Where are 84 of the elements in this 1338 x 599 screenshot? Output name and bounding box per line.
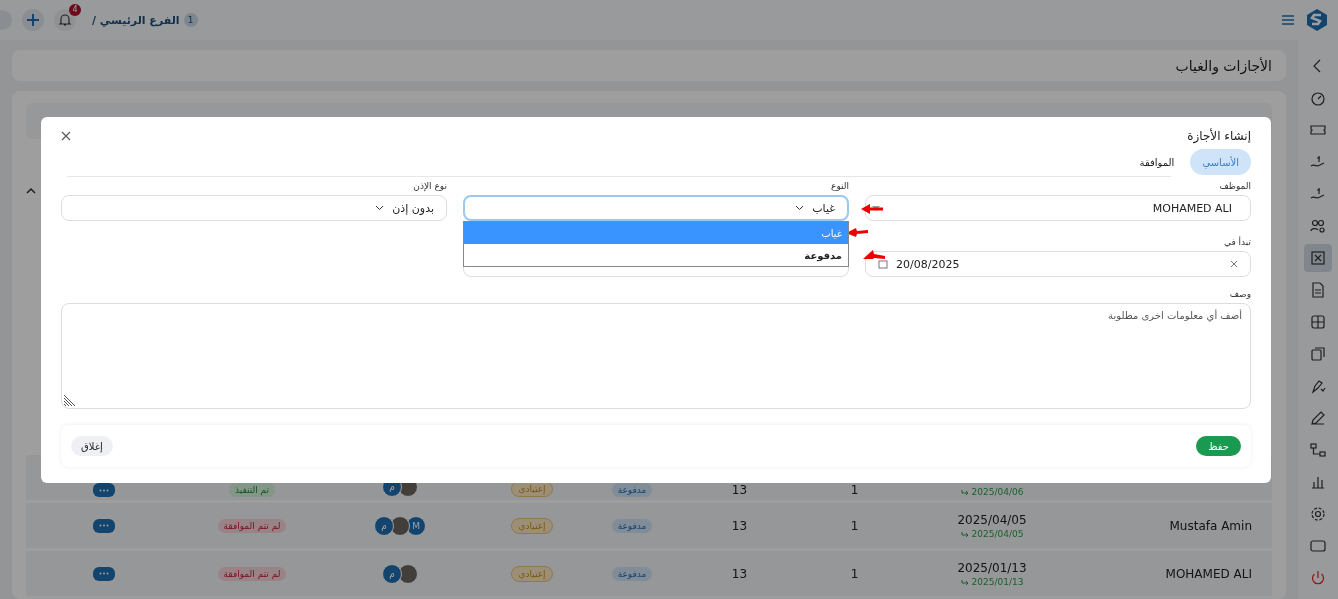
leave-date: 2025/04/05 <box>957 512 1027 527</box>
annotation-arrow <box>846 227 868 237</box>
clear-icon[interactable] <box>1230 260 1238 268</box>
power-icon <box>1310 570 1326 586</box>
resize-grip-icon[interactable] <box>63 395 75 407</box>
collapse-icon[interactable] <box>26 187 36 194</box>
more-button[interactable] <box>93 566 115 581</box>
balance-count: 13 <box>731 518 748 533</box>
avatar: م <box>382 563 402 584</box>
status-tag: لم تتم الموافقة <box>217 566 287 581</box>
page-title: الأجازات والغياب <box>1175 57 1272 74</box>
menu-icon[interactable] <box>1282 15 1294 25</box>
employee-name: MOHAMED ALI <box>1165 566 1252 581</box>
settings-icon <box>1310 506 1326 522</box>
paid-tag: مدفوعة <box>611 483 653 497</box>
employee-select[interactable]: MOHAMED ALI <box>865 195 1251 221</box>
dots-icon <box>99 488 109 492</box>
more-button[interactable] <box>93 483 115 497</box>
hand-coin-icon <box>1310 186 1326 202</box>
type-select[interactable]: غياب <box>463 195 849 221</box>
return-date: 2025/04/05 <box>960 528 1024 539</box>
days-count: 1 <box>850 483 859 497</box>
leave-date: 2025/01/13 <box>957 560 1027 575</box>
screen-icon <box>1310 538 1326 554</box>
return-date: 2025/04/06 <box>960 487 1024 497</box>
dots-icon <box>99 572 109 575</box>
document-icon <box>1310 282 1326 298</box>
close-button[interactable]: إغلاق <box>71 436 113 456</box>
description-field[interactable]: أضف أي معلومات اخرى مطلوبة <box>61 303 1251 409</box>
return-arrow-icon <box>960 489 969 495</box>
flow-icon <box>1310 442 1326 458</box>
return-date: 2025/01/13 <box>960 576 1024 587</box>
field-label: الموظف <box>1218 181 1251 193</box>
employee-name: Mustafa Amin <box>1169 518 1252 533</box>
days-count: 1 <box>850 566 859 581</box>
bell-icon <box>58 13 72 27</box>
gauge-icon <box>1310 90 1326 106</box>
status-tag: لم تتم الموافقة <box>217 518 287 533</box>
annotation-arrow <box>861 204 883 214</box>
hand-coin-icon <box>1310 154 1326 170</box>
logo-icon <box>1306 8 1328 32</box>
balance-count: 13 <box>731 483 748 497</box>
avatar: م <box>374 515 394 536</box>
field-label: نوع الإذن <box>412 181 447 194</box>
paid-tag: مدفوعة <box>611 518 653 533</box>
avatar: M <box>406 515 426 536</box>
ticket-icon <box>1310 122 1326 138</box>
notification-count: 4 <box>69 4 81 16</box>
cards-icon <box>1310 346 1326 362</box>
tab[interactable]: الموافقة <box>1127 149 1187 175</box>
bar-chart-icon <box>1310 474 1326 490</box>
avatar <box>398 563 418 584</box>
dialog-title: إنشاء الأجازة <box>1187 129 1251 143</box>
save-button[interactable]: حفظ <box>1196 436 1241 456</box>
permission-select[interactable]: بدون إذن <box>61 195 447 221</box>
status-tag: تم التنفيذ <box>229 483 275 497</box>
add-button[interactable] <box>22 9 44 31</box>
leave-type-tag: إعتيادي <box>511 565 553 582</box>
field-label: تبدأ في <box>1222 237 1251 249</box>
calendar-icon <box>878 259 888 269</box>
pen-check-icon <box>1310 378 1326 394</box>
chevron-down-icon <box>795 205 805 211</box>
dropdown-option[interactable]: مدفوعة <box>464 244 848 266</box>
return-arrow-icon <box>960 530 969 537</box>
balance-count: 13 <box>731 566 748 581</box>
dots-icon <box>99 524 109 527</box>
annotation-arrow <box>863 250 885 260</box>
field-label: النوع <box>830 181 849 193</box>
more-button[interactable] <box>93 518 115 533</box>
return-arrow-icon <box>960 578 969 585</box>
leave-type-tag: إعتيادي <box>511 517 553 534</box>
field-label: وصف <box>1228 289 1251 301</box>
grid-icon <box>1310 314 1326 330</box>
close-icon[interactable] <box>61 131 71 141</box>
days-count: 1 <box>850 518 859 533</box>
sidebar-item[interactable] <box>1304 244 1332 272</box>
start-date-field[interactable]: 20/08/2025 <box>865 251 1251 277</box>
users-gear-icon <box>1310 218 1326 234</box>
avatar <box>390 515 410 536</box>
plus-icon <box>25 12 41 28</box>
x-square-icon <box>1310 250 1326 266</box>
paid-tag: مدفوعة <box>611 566 653 581</box>
chevron-down-icon <box>375 205 385 211</box>
pen-icon <box>1310 410 1326 426</box>
